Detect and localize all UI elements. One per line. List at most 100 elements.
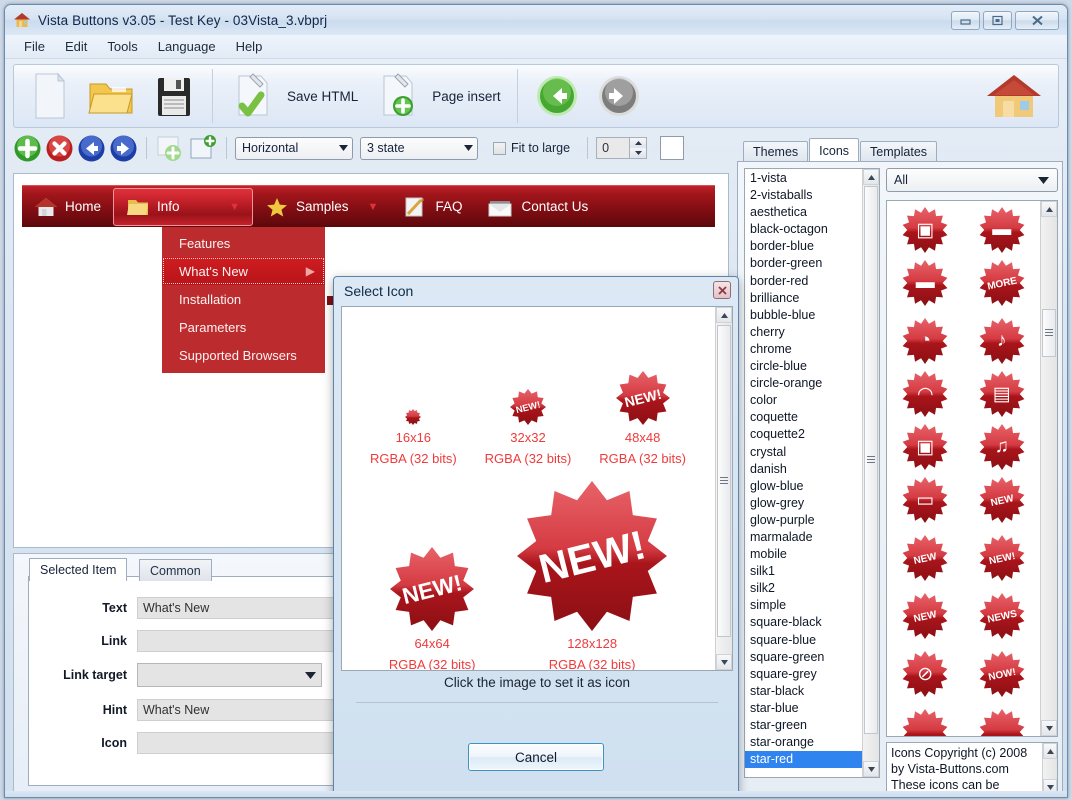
star-red-headphones-icon[interactable]: ◠ — [902, 371, 948, 417]
icon-set-list-item[interactable]: star-green — [745, 717, 879, 734]
scroll-up-icon[interactable] — [1043, 743, 1057, 759]
move-left-button[interactable] — [77, 134, 106, 163]
icon-set-list-item[interactable]: coquette2 — [745, 426, 879, 443]
scroll-up-icon[interactable] — [1041, 201, 1057, 217]
icon-set-list-item[interactable]: star-blue — [745, 700, 879, 717]
dropmenu-item-parameters[interactable]: Parameters — [162, 313, 325, 341]
icon-set-list-item[interactable]: color — [745, 392, 879, 409]
nav-item-contact-us[interactable]: Contact Us — [474, 188, 600, 226]
scroll-down-icon[interactable] — [1041, 720, 1057, 736]
icon-set-list-item[interactable]: glow-purple — [745, 512, 879, 529]
icon-set-list-item[interactable]: mobile — [745, 546, 879, 563]
spin-up-icon[interactable] — [630, 138, 646, 148]
icon-set-list-item[interactable]: 1-vista — [745, 170, 879, 187]
cancel-button[interactable]: Cancel — [468, 743, 604, 771]
icon-set-list-item[interactable]: circle-orange — [745, 375, 879, 392]
icon-set-list[interactable]: 1-vista2-vistaballsaestheticablack-octag… — [744, 168, 880, 778]
star-red-image-icon[interactable]: ▣ — [902, 207, 948, 253]
dialog-icon-cell[interactable]: NEW!32x32RGBA (32 bits) — [485, 389, 572, 467]
dialog-icon-cell[interactable]: NEW!64x64RGBA (32 bits) — [389, 547, 476, 671]
tab-common[interactable]: Common — [139, 559, 212, 581]
dialog-icon-list[interactable]: 16x16RGBA (32 bits) NEW!32x32RGBA (32 bit… — [341, 306, 733, 671]
dropmenu-item-whats-new[interactable]: What's New ▶ — [162, 257, 325, 285]
star-red-minus-icon[interactable]: ▬ — [979, 207, 1025, 253]
icon-set-list-item[interactable]: circle-blue — [745, 358, 879, 375]
save-project-button[interactable] — [144, 68, 204, 124]
icon-set-list-item[interactable]: square-grey — [745, 666, 879, 683]
orientation-select[interactable]: Horizontal — [235, 137, 353, 160]
star-red-new2-icon[interactable]: NEW — [902, 593, 948, 644]
star-red-photo-icon[interactable]: ▣ — [902, 424, 948, 470]
tab-icons[interactable]: Icons — [809, 138, 859, 162]
spin-control[interactable]: 0 — [596, 137, 647, 159]
star-red-mouse-icon[interactable]: ◔ — [902, 318, 948, 364]
dialog-icon-cell[interactable]: NEW!128x128RGBA (32 bits) — [517, 481, 667, 671]
menu-item-edit[interactable]: Edit — [56, 37, 96, 56]
star-red-new-icon[interactable]: NEW! — [389, 547, 476, 631]
icon-set-list-item[interactable]: bubble-blue — [745, 307, 879, 324]
star-red-partial1-icon[interactable] — [902, 709, 948, 737]
add-item-button[interactable] — [13, 134, 42, 163]
star-red-documents-icon[interactable]: ▤ — [979, 371, 1025, 417]
copyright-scrollbar[interactable] — [1042, 743, 1057, 795]
maximize-button[interactable] — [983, 11, 1012, 30]
dropmenu-item-features[interactable]: Features — [162, 229, 325, 257]
star-red-music-note-icon[interactable]: ♪ — [979, 318, 1025, 364]
star-red-more-info-icon[interactable]: MORE — [979, 260, 1025, 311]
icon-grid-scrollbar[interactable] — [1040, 201, 1057, 736]
dropmenu-item-installation[interactable]: Installation — [162, 285, 325, 313]
state-select[interactable]: 3 state — [360, 137, 478, 160]
dialog-icon-cell[interactable]: 16x16RGBA (32 bits) — [370, 409, 457, 467]
icon-set-scrollbar[interactable] — [862, 169, 879, 777]
back-button[interactable] — [526, 68, 588, 124]
icon-set-list-item[interactable]: simple — [745, 597, 879, 614]
star-red-music-file-icon[interactable]: ♫ — [979, 424, 1025, 470]
icon-set-list-item[interactable]: silk2 — [745, 580, 879, 597]
spin-value[interactable]: 0 — [596, 137, 630, 159]
spin-down-icon[interactable] — [630, 148, 646, 158]
star-red-new-version2-icon[interactable]: NEW — [902, 535, 948, 586]
star-red-new-icon[interactable]: NEW! — [979, 535, 1025, 586]
icon-set-list-item[interactable]: danish — [745, 461, 879, 478]
move-right-button[interactable] — [109, 134, 138, 163]
tab-themes[interactable]: Themes — [743, 141, 808, 162]
new-project-button[interactable] — [20, 68, 78, 124]
star-red-no-entry-icon[interactable]: ⊘ — [902, 651, 948, 702]
scroll-down-icon[interactable] — [716, 654, 732, 670]
star-red-new-icon[interactable]: NEW! — [517, 481, 667, 631]
add-submenu-button[interactable] — [155, 135, 185, 161]
icon-set-list-item[interactable]: border-blue — [745, 238, 879, 255]
icon-set-list-item[interactable]: square-green — [745, 649, 879, 666]
icon-set-list-item[interactable]: marmalade — [745, 529, 879, 546]
dialog-scroll-thumb[interactable] — [717, 325, 731, 637]
icon-set-list-item[interactable]: star-orange — [745, 734, 879, 751]
star-red-new-version-icon[interactable]: NEW — [979, 477, 1025, 528]
nav-item-faq[interactable]: FAQ — [390, 188, 474, 226]
save-html-button[interactable]: Save HTML — [221, 68, 366, 124]
fit-to-large-checkbox[interactable]: Fit to large — [493, 141, 570, 155]
tab-selected-item[interactable]: Selected Item — [29, 558, 127, 581]
star-red-partial2-icon[interactable] — [979, 709, 1025, 737]
add-page-button[interactable] — [188, 135, 218, 161]
icon-set-list-item[interactable]: square-black — [745, 614, 879, 631]
star-red-monitor-icon[interactable]: ▭ — [902, 477, 948, 528]
icon-grid-scroll-thumb[interactable] — [1042, 309, 1056, 357]
open-project-button[interactable] — [78, 68, 144, 124]
scroll-down-icon[interactable] — [863, 761, 879, 777]
icon-set-list-item[interactable]: brilliance — [745, 290, 879, 307]
nav-item-samples[interactable]: Samples ▼ — [253, 188, 390, 226]
dialog-scrollbar[interactable] — [715, 307, 732, 670]
menu-item-help[interactable]: Help — [227, 37, 272, 56]
icon-set-list-item[interactable]: silk1 — [745, 563, 879, 580]
icon-set-list-item[interactable]: coquette — [745, 409, 879, 426]
icon-set-list-item[interactable]: glow-grey — [745, 495, 879, 512]
menu-item-file[interactable]: File — [15, 37, 54, 56]
icon-set-list-item[interactable]: 2-vistaballs — [745, 187, 879, 204]
minimize-button[interactable] — [951, 11, 980, 30]
checkbox-box[interactable] — [493, 142, 506, 155]
icon-set-list-item[interactable]: square-blue — [745, 632, 879, 649]
star-red-new-icon[interactable]: NEW! — [485, 389, 572, 425]
delete-item-button[interactable] — [45, 134, 74, 163]
icon-set-list-item[interactable]: border-red — [745, 273, 879, 290]
icon-grid[interactable]: ▣▬▬MORE◔♪◠▤▣♫▭NEWNEWNEW!NEWNEWS⊘NOW! — [886, 200, 1058, 737]
